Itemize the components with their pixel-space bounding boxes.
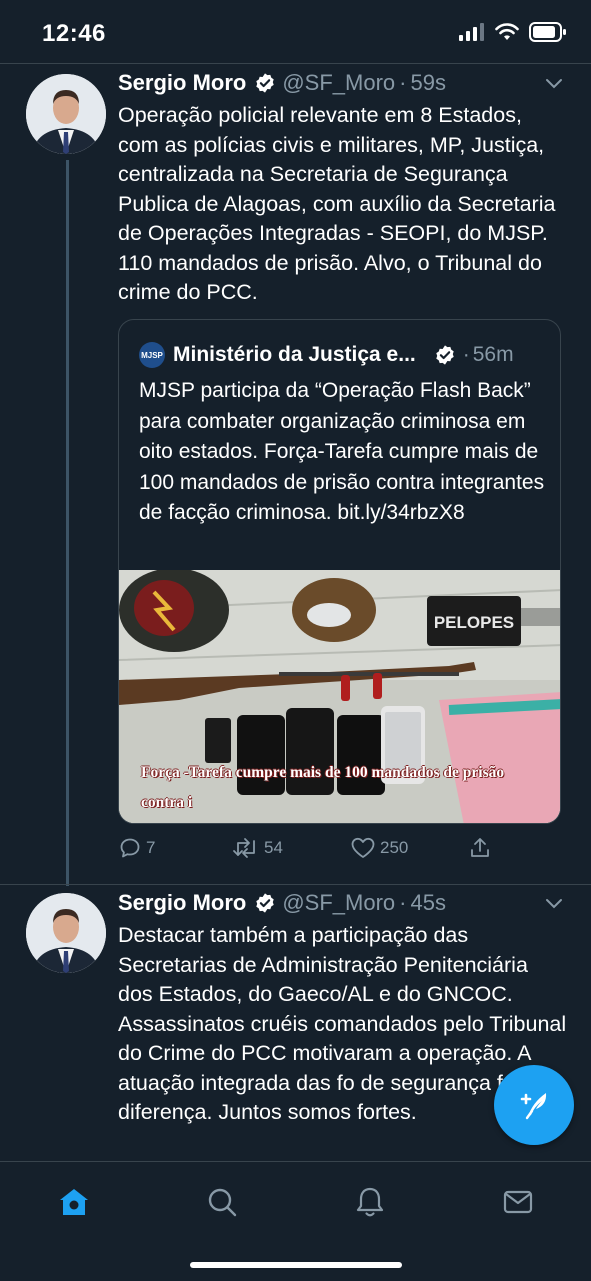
signal-icon <box>459 23 484 41</box>
separator-dot: · <box>399 890 407 915</box>
avatar[interactable] <box>26 74 106 154</box>
chevron-down-icon[interactable] <box>545 78 563 90</box>
avatar[interactable] <box>26 893 106 973</box>
verified-icon <box>256 73 275 93</box>
like-count: 250 <box>380 838 409 857</box>
messages-icon <box>503 1190 533 1214</box>
author-name[interactable]: Sergio Moro <box>118 890 246 916</box>
tweet-header: Sergio Moro @SF_Moro · 59s <box>118 70 446 96</box>
tab-home[interactable] <box>54 1182 94 1222</box>
top-divider <box>0 63 591 64</box>
verified-icon <box>256 893 275 913</box>
thread-line <box>66 160 69 886</box>
battery-icon <box>529 22 566 42</box>
reply-icon <box>120 838 140 858</box>
home-indicator <box>190 1262 402 1268</box>
search-icon <box>208 1188 237 1217</box>
home-icon <box>60 1189 88 1215</box>
tweet-divider <box>0 884 591 885</box>
reply-count: 7 <box>146 838 156 857</box>
verified-icon <box>436 345 454 365</box>
wifi-icon <box>495 23 519 40</box>
author-handle[interactable]: @SF_Moro <box>282 70 395 96</box>
quoted-tweet-media[interactable]: PELOPES Força -Tarefa cumpre mais de 100… <box>119 568 560 823</box>
tweet-actions: 7 54 250 <box>118 836 568 866</box>
compose-tweet-button[interactable] <box>494 1065 574 1145</box>
retweet-button[interactable]: 54 <box>232 836 283 860</box>
quoted-tweet-text: MJSP participa da “Operação Flash Back” … <box>139 379 545 524</box>
like-button[interactable]: 250 <box>350 836 408 860</box>
media-caption: Força -Tarefa cumpre mais de 100 mandado… <box>141 764 505 811</box>
separator-dot: · <box>462 343 470 366</box>
retweet-icon <box>233 838 255 858</box>
quoted-tweet-header: MJSP Ministério da Justiça e... · 56m <box>139 342 514 368</box>
author-name[interactable]: Sergio Moro <box>118 70 246 96</box>
reply-button[interactable]: 7 <box>118 836 155 860</box>
chevron-down-icon[interactable] <box>545 898 563 910</box>
like-icon <box>351 837 375 858</box>
status-time: 12:46 <box>42 20 106 47</box>
compose-tweet-icon <box>520 1093 547 1120</box>
quoted-timestamp: 56m <box>472 343 514 366</box>
quoted-tweet[interactable]: MJSP Ministério da Justiça e... · 56m MJ… <box>118 319 561 824</box>
quoted-avatar: MJSP <box>139 342 165 368</box>
share-button[interactable] <box>468 836 492 860</box>
author-handle[interactable]: @SF_Moro <box>282 890 395 916</box>
status-bar: 12:46 <box>0 0 591 64</box>
tab-search[interactable] <box>202 1182 242 1222</box>
retweet-count: 54 <box>264 838 283 857</box>
patch-label: PELOPES <box>434 613 514 632</box>
tweet-timestamp[interactable]: 59s <box>410 70 445 96</box>
tab-notifications[interactable] <box>350 1182 390 1222</box>
tweet-text: Operação policial relevante em 8 Estados… <box>118 103 556 304</box>
notifications-icon <box>356 1187 384 1217</box>
tweet-timestamp[interactable]: 45s <box>410 890 445 916</box>
share-icon <box>471 838 489 857</box>
separator-dot: · <box>399 70 407 95</box>
tweet-header: Sergio Moro @SF_Moro · 45s <box>118 890 446 916</box>
quoted-author-name: Ministério da Justiça e... <box>173 343 416 366</box>
tab-messages[interactable] <box>498 1182 538 1222</box>
status-icons <box>459 22 567 42</box>
